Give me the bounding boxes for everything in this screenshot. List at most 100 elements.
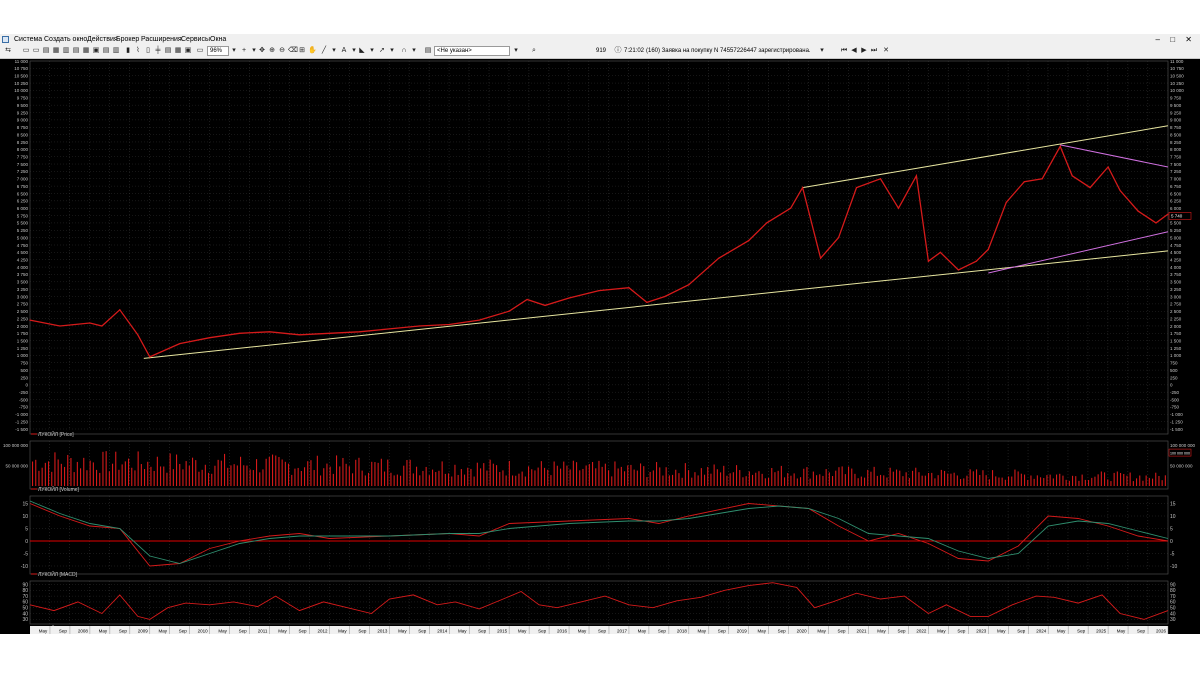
volume-bar <box>825 469 827 486</box>
candles-icon[interactable]: ▮ <box>124 47 132 55</box>
volume-bar <box>1084 479 1086 486</box>
y-tick-label-left: 2 750 <box>17 302 29 307</box>
x-axis-label: 2023 <box>976 629 987 634</box>
maximize-button[interactable]: □ <box>1170 35 1175 44</box>
y-tick-label-right: -1 500 <box>1170 427 1183 432</box>
menu-actions[interactable]: Действия <box>87 35 118 44</box>
volume-bar <box>243 465 245 486</box>
chevron-down-icon[interactable]: ▾ <box>250 47 258 55</box>
volume-bar <box>131 467 133 486</box>
next-message-icon[interactable]: ▶ <box>860 47 868 55</box>
volume-bar <box>678 473 680 486</box>
move-icon[interactable]: ✥ <box>258 47 266 55</box>
chevron-down-icon[interactable]: ▾ <box>388 47 396 55</box>
volume-bar <box>432 469 434 486</box>
line-chart-icon[interactable]: ⌇ <box>134 47 142 55</box>
price-point <box>448 323 450 326</box>
chevron-down-icon[interactable]: ▾ <box>350 47 358 55</box>
instrument-select[interactable]: <Не указан> <box>434 46 510 56</box>
volume-bar <box>1001 477 1003 486</box>
arrow-tool-icon[interactable]: ➚ <box>378 47 386 55</box>
volume-bar <box>422 470 424 486</box>
prev-message-icon[interactable]: ◀ <box>850 47 858 55</box>
minimize-button[interactable]: – <box>1156 35 1160 44</box>
last-message-icon[interactable]: ⏭ <box>870 47 878 55</box>
trades-icon[interactable]: ▣ <box>92 47 100 55</box>
price-chart[interactable]: ЛУКОЙЛ [Price] ЛУКОЙЛ [Volume] ЛУКОЙЛ [MAC… <box>0 59 1200 634</box>
chevron-down-icon[interactable]: ▾ <box>818 47 826 55</box>
volume-bar <box>953 472 955 486</box>
line-tool-icon[interactable]: ╱ <box>320 47 328 55</box>
orders-icon[interactable]: ▦ <box>82 47 90 55</box>
close-messages-icon[interactable]: ✕ <box>882 47 890 55</box>
table-icon[interactable]: ▤ <box>42 47 50 55</box>
grid-icon[interactable]: ▦ <box>174 47 182 55</box>
chart-window-icon[interactable]: ▭ <box>196 47 204 55</box>
y-tick-label-left: 2 250 <box>17 316 29 321</box>
zoom-in-icon[interactable]: ⊕ <box>268 47 276 55</box>
menu-system[interactable]: Система <box>14 35 42 44</box>
first-message-icon[interactable]: ⏮ <box>840 47 848 55</box>
hand-icon[interactable]: ✋ <box>308 47 317 55</box>
volume-bar <box>556 465 558 486</box>
chevron-down-icon[interactable]: ▾ <box>368 47 376 55</box>
close-button[interactable]: ✕ <box>1185 35 1192 44</box>
menu-extensions[interactable]: Расширения <box>141 35 182 44</box>
y-tick-label-right: 2 250 <box>1170 316 1182 321</box>
x-axis-label: 2014 <box>437 629 448 634</box>
zoom-select[interactable]: 96% <box>207 46 229 56</box>
x-axis-label: Sep <box>957 629 966 634</box>
portfolio-icon[interactable]: ▤ <box>102 47 110 55</box>
menu-broker[interactable]: Брокер <box>116 35 139 44</box>
new-window-icon[interactable]: ▭ <box>22 47 30 55</box>
volume-bar <box>220 460 222 486</box>
chevron-down-icon[interactable]: ▾ <box>512 47 520 55</box>
price-point <box>149 356 151 358</box>
menu-new-window[interactable]: Создать окно <box>44 35 87 44</box>
eraser-icon[interactable]: ⌫ <box>288 47 298 55</box>
indicator-icon[interactable]: ╪ <box>154 47 162 55</box>
chevron-down-icon[interactable]: ▾ <box>330 47 338 55</box>
quotes-icon[interactable]: ▤ <box>72 47 80 55</box>
ruler-icon[interactable]: ⊞ <box>298 47 306 55</box>
x-axis-label: 2013 <box>377 629 388 634</box>
macd-tick-label-right: 5 <box>1170 526 1173 532</box>
zoom-dropdown-icon[interactable]: ▾ <box>230 47 238 55</box>
volume-bar <box>531 469 533 486</box>
x-axis-label: May <box>578 629 587 634</box>
layout-icon[interactable]: ▦ <box>52 47 60 55</box>
y-tick-label-right: 8 000 <box>1170 147 1182 152</box>
volume-bar <box>569 469 571 486</box>
bar-chart-icon[interactable]: ▯ <box>144 47 152 55</box>
y-tick-label-left: 250 <box>20 375 28 380</box>
volume-bar <box>889 467 891 486</box>
chart-icon[interactable]: ▥ <box>62 47 70 55</box>
scale-icon[interactable]: ▤ <box>164 47 172 55</box>
news-icon[interactable]: ▥ <box>112 47 120 55</box>
zoom-out-icon[interactable]: ⊖ <box>278 47 286 55</box>
magnet-icon[interactable]: ∩ <box>400 47 408 55</box>
y-tick-label-left: 10 750 <box>14 66 28 71</box>
chart-window[interactable]: ЛУКОЙЛ [Price] ЛУКОЙЛ [Volume] ЛУКОЙЛ [MAC… <box>0 59 1200 634</box>
volume-bar <box>563 461 565 486</box>
menu-services[interactable]: Сервисы <box>181 35 210 44</box>
cursor-icon[interactable]: + <box>240 47 248 55</box>
volume-bar <box>819 474 821 486</box>
channel-line <box>1060 144 1169 168</box>
text-tool-icon[interactable]: A <box>340 47 348 55</box>
volume-bar <box>121 464 123 486</box>
menu-windows[interactable]: Окна <box>210 35 226 44</box>
volume-bar <box>336 455 338 486</box>
back-forward-icon[interactable]: ⇆ <box>4 47 12 55</box>
volume-bar <box>406 459 408 486</box>
volume-bar <box>796 478 798 486</box>
volume-bar <box>272 454 274 486</box>
settings-icon[interactable]: ▣ <box>184 47 192 55</box>
volume-bar <box>873 466 875 486</box>
search-icon[interactable]: ⌕ <box>530 47 538 55</box>
toolbar: ⇆ ▭ ▭ ▤ ▦ ▥ ▤ ▦ ▣ ▤ ▥ ▮ ⌇ ▯ ╪ ▤ ▦ ▣ ▭ 96… <box>0 45 1200 59</box>
chevron-down-icon[interactable]: ▾ <box>410 47 418 55</box>
window-icon[interactable]: ▭ <box>32 47 40 55</box>
instrument-icon[interactable]: ▤ <box>424 47 432 55</box>
fill-icon[interactable]: ◣ <box>358 47 366 55</box>
